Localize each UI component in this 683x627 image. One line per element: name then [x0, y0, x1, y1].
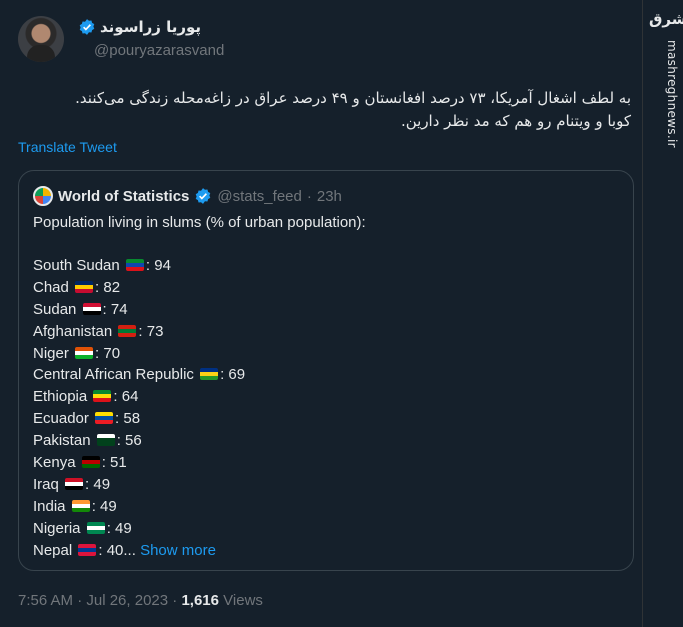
flag-icon — [81, 456, 100, 469]
stat-row: Nepal : 40... Show more — [33, 540, 245, 562]
country-value: : 58 — [115, 410, 141, 428]
country-name: Ethiopia — [33, 388, 88, 406]
country-name: Nepal — [33, 541, 73, 559]
stat-row: Iraq : 49 — [33, 474, 245, 496]
tweet-meta: 7:56 AM · Jul 26, 2023 · 1,616 Views — [18, 592, 263, 609]
stat-row: Chad : 82 — [33, 277, 245, 299]
flag-icon — [82, 302, 101, 315]
country-value: : 94 — [145, 257, 171, 274]
show-more-link[interactable]: Show more — [140, 542, 216, 559]
mashregh-logo: مشرق — [649, 10, 683, 28]
flag-icon — [200, 368, 219, 381]
country-value: : 49 — [106, 519, 132, 537]
stat-row: Sudan : 74 — [33, 299, 245, 321]
quoted-author-handle: @stats_feed — [217, 187, 302, 205]
stat-row: Nigeria : 49 — [33, 518, 245, 540]
quoted-tweet-time: 23h — [316, 187, 342, 205]
flag-icon — [125, 259, 144, 271]
watermark-site: mashreghnews.ir — [665, 40, 679, 148]
country-name: Iraq — [33, 475, 59, 493]
country-name: Nigeria — [33, 519, 81, 537]
tweet-timestamp[interactable]: 7:56 AM · Jul 26, 2023 · — [18, 592, 177, 609]
flag-icon — [118, 324, 137, 337]
quoted-tweet-header: World of Statistics @stats_feed · 23h — [33, 186, 342, 206]
country-value: : 69 — [220, 366, 246, 384]
country-name: Ecuador — [33, 410, 89, 428]
country-value: : 51 — [101, 454, 127, 472]
country-value: : 40... — [98, 541, 136, 559]
author-avatar[interactable] — [18, 16, 64, 62]
tweet-line-2: کوبا و ویتنام رو هم که مد نظر دارین. — [400, 112, 631, 130]
flag-icon — [96, 434, 115, 447]
flag-icon — [86, 521, 105, 534]
watermark-strip: مشرق mashreghnews.ir — [642, 0, 683, 627]
country-value: : 74 — [102, 300, 128, 318]
author-name[interactable]: پوریا زراسوند — [78, 18, 201, 36]
country-name: Niger — [33, 344, 69, 362]
country-value: : 64 — [113, 388, 139, 406]
quoted-author-avatar — [33, 186, 53, 206]
flag-icon — [75, 280, 94, 293]
stat-row: Ecuador : 58 — [33, 408, 245, 430]
stat-row: India : 49 — [33, 496, 245, 518]
tweet-line-1: به لطف اشغال آمریکا، ۷۳ درصد افغانستان و… — [75, 89, 631, 107]
stat-row: Pakistan : 56 — [33, 430, 245, 452]
flag-icon — [78, 543, 97, 556]
translate-tweet-link[interactable]: Translate Tweet — [18, 139, 117, 155]
tweet-body: به لطف اشغال آمریکا، ۷۳ درصد افغانستان و… — [31, 87, 631, 133]
verified-icon — [79, 19, 95, 35]
flag-icon — [65, 477, 84, 490]
country-value: : 56 — [116, 432, 142, 450]
country-value: : 70 — [95, 344, 121, 362]
country-name: Pakistan — [33, 432, 91, 450]
quoted-tweet-card[interactable]: World of Statistics @stats_feed · 23h Po… — [18, 170, 634, 571]
stat-row: Ethiopia : 64 — [33, 386, 245, 408]
country-value: : 82 — [95, 278, 121, 296]
country-name: Sudan — [33, 300, 77, 318]
country-name: Chad — [33, 278, 69, 296]
country-name: Central African Republic — [33, 366, 194, 384]
country-name: South Sudan — [33, 257, 120, 274]
quoted-tweet-intro: Population living in slums (% of urban p… — [33, 214, 366, 231]
stat-row: Niger : 70 — [33, 343, 245, 365]
author-name-text[interactable]: پوریا زراسوند — [100, 18, 201, 36]
separator-dot: · — [306, 187, 312, 205]
stat-row: Central African Republic : 69 — [33, 364, 245, 386]
flag-icon — [93, 390, 112, 403]
stat-row: Kenya : 51 — [33, 452, 245, 474]
country-value: : 49 — [85, 475, 111, 493]
country-name: India — [33, 497, 66, 515]
country-value: : 49 — [91, 497, 117, 515]
quoted-author-name: World of Statistics — [58, 187, 190, 205]
flag-icon — [71, 499, 90, 512]
slum-stats-list: South Sudan : 94 Chad : 82 Sudan : 74 Afgha… — [33, 255, 245, 561]
verified-icon — [196, 188, 211, 204]
view-count: 1,616 — [181, 592, 219, 609]
views-label: Views — [223, 592, 263, 609]
stat-row: Afghanistan : 73 — [33, 321, 245, 343]
country-name: Kenya — [33, 454, 76, 472]
stat-row: South Sudan : 94 — [33, 255, 245, 277]
country-value: : 73 — [138, 322, 164, 340]
tweet-header: پوریا زراسوند @pouryazarasvand — [18, 16, 618, 64]
flag-icon — [95, 412, 114, 425]
author-handle[interactable]: @pouryazarasvand — [94, 42, 224, 59]
flag-icon — [75, 346, 94, 359]
country-name: Afghanistan — [33, 322, 113, 340]
